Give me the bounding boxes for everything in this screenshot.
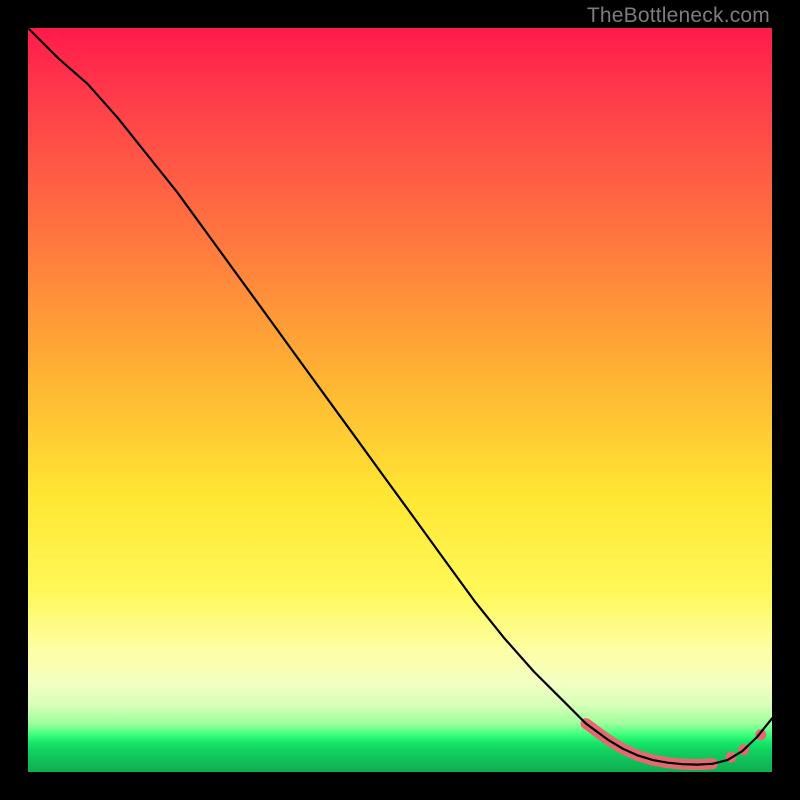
bottleneck-curve [28,28,772,765]
chart-svg [28,28,772,772]
watermark-text: TheBottleneck.com [587,4,770,28]
